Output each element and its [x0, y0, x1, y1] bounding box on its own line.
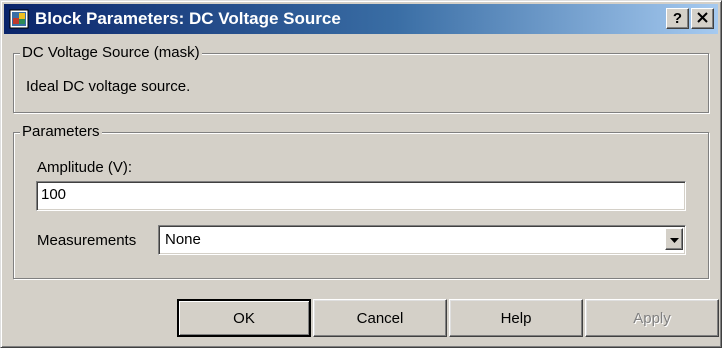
- chevron-down-icon: [669, 231, 679, 248]
- mask-description: Ideal DC voltage source.: [26, 78, 191, 95]
- help-title-button[interactable]: ?: [666, 8, 689, 29]
- measurements-value: None: [165, 231, 201, 248]
- close-icon: [697, 11, 708, 26]
- dropdown-button[interactable]: [665, 228, 683, 250]
- amplitude-value: 100: [41, 186, 67, 203]
- dialog-window: Block Parameters: DC Voltage Source ? DC…: [0, 0, 722, 348]
- measurements-select[interactable]: None: [158, 225, 686, 255]
- title-buttons: ?: [666, 8, 714, 29]
- help-button-label: Help: [500, 309, 532, 327]
- measurements-label: Measurements: [37, 232, 137, 249]
- ok-button[interactable]: OK: [177, 299, 311, 337]
- parameters-group-legend: Parameters: [20, 123, 102, 141]
- close-title-button[interactable]: [691, 8, 714, 29]
- amplitude-input[interactable]: 100: [36, 181, 686, 211]
- mask-group-legend: DC Voltage Source (mask): [20, 44, 202, 62]
- apply-button-label: Apply: [633, 309, 671, 327]
- amplitude-label: Amplitude (V):: [37, 159, 133, 176]
- cancel-button[interactable]: Cancel: [313, 299, 447, 337]
- window-title: Block Parameters: DC Voltage Source: [35, 9, 341, 28]
- question-icon: ?: [672, 10, 683, 27]
- title-bar[interactable]: Block Parameters: DC Voltage Source ?: [4, 4, 718, 34]
- apply-button[interactable]: Apply: [585, 299, 719, 337]
- simulink-block-icon: [9, 9, 29, 29]
- cancel-button-label: Cancel: [356, 309, 404, 327]
- ok-button-label: OK: [233, 309, 255, 327]
- help-button[interactable]: Help: [449, 299, 583, 337]
